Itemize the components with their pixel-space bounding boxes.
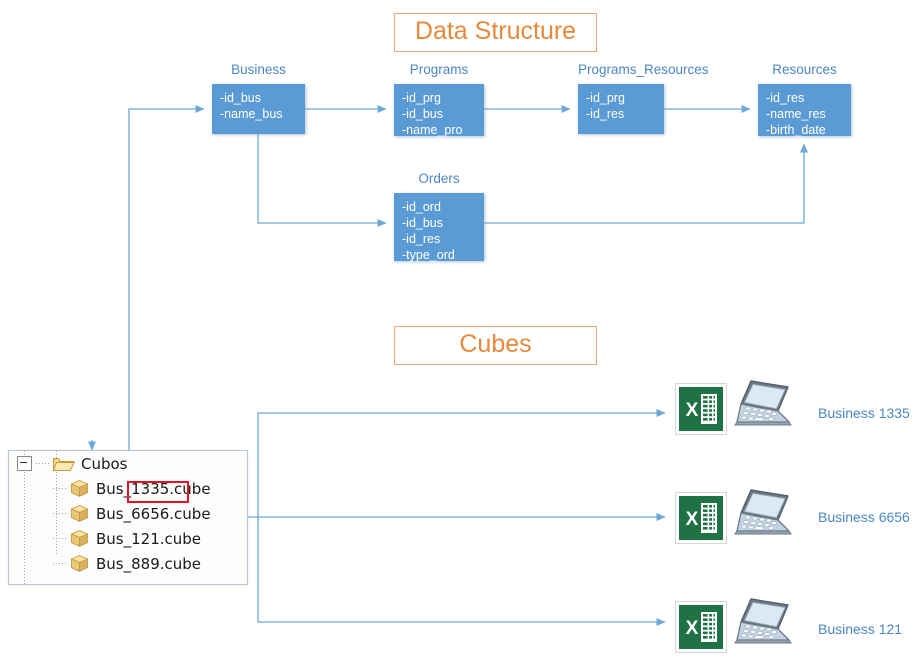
business-output-label: Business 6656 — [818, 509, 910, 525]
tree-item-Bus_1335-cube[interactable]: Bus_1335.cube — [9, 476, 247, 501]
tree-item-Bus_121-cube[interactable]: Bus_121.cube — [9, 526, 247, 551]
collapse-minus-icon[interactable] — [17, 456, 32, 471]
entity-field: -id_ord — [402, 200, 441, 214]
svg-text:X: X — [686, 509, 699, 530]
tree-connector-line — [53, 538, 67, 539]
entity-title: Programs_Resources — [578, 62, 709, 77]
cube-icon — [70, 504, 89, 523]
business-output-label: Business 121 — [818, 621, 903, 637]
entity-field: -id_prg — [402, 91, 441, 105]
entity-title: Resources — [772, 62, 837, 77]
cubes-section-title: Cubes — [394, 326, 597, 366]
tree-item-label: Bus_889.cube — [96, 554, 202, 573]
tree-connector-line — [53, 513, 67, 514]
entity-field: -name_res — [766, 107, 826, 121]
entity-field-box: -id_res -name_res -birth_date — [758, 84, 851, 137]
entity-field-box: -id_prg -id_res — [578, 84, 664, 134]
cube-file-tree-panel[interactable]: Cubos Bus_1335.cube Bus_6656.cube Bus_121.c… — [8, 450, 248, 585]
cube-icon — [70, 479, 89, 498]
entity-field-box: -id_ord -id_bus -id_res -type_ord — [394, 193, 484, 262]
tree-item-label: Bus_6656.cube — [96, 504, 211, 523]
entity-field: -birth_date — [766, 123, 826, 137]
tree-item-label: Bus_121.cube — [96, 529, 202, 548]
tree-root-label: Cubos — [81, 454, 128, 473]
diagram-canvas: Data Structure Cubes Business -id_bus -nam… — [0, 0, 916, 665]
entity-field: -name_pro — [402, 123, 463, 137]
entity-field: -id_prg — [586, 91, 625, 105]
entity-field: -id_bus — [220, 91, 261, 105]
entity-field: -id_bus — [402, 216, 443, 230]
tree-connector-line — [53, 488, 67, 489]
excel-icon[interactable]: X — [675, 601, 727, 653]
laptop-icon — [731, 378, 793, 434]
cube-icon — [70, 554, 89, 573]
entity-field: -id_bus — [402, 107, 443, 121]
business-output-label: Business 1335 — [818, 405, 910, 421]
laptop-icon — [731, 487, 793, 543]
tree-connector-line — [36, 463, 50, 464]
svg-text:X: X — [686, 400, 699, 421]
excel-icon[interactable]: X — [675, 383, 727, 435]
entity-field: -id_res — [586, 107, 625, 121]
tree-root-item[interactable]: Cubos — [9, 451, 247, 476]
entity-field-box: -id_bus -name_bus — [212, 84, 305, 134]
excel-icon[interactable]: X — [675, 492, 727, 544]
folder-open-icon — [53, 455, 75, 472]
tree-item-label: Bus_1335.cube — [96, 479, 211, 498]
entity-field: -id_res — [402, 232, 441, 246]
entity-field: -name_bus — [220, 107, 283, 121]
tree-connector-line — [53, 563, 67, 564]
tree-item-Bus_6656-cube[interactable]: Bus_6656.cube — [9, 501, 247, 526]
entity-field-box: -id_prg -id_bus -name_pro — [394, 84, 484, 137]
entity-field: -type_ord — [402, 248, 455, 262]
tree-item-Bus_889-cube[interactable]: Bus_889.cube — [9, 551, 247, 576]
laptop-icon — [731, 596, 793, 652]
data-structure-section-title: Data Structure — [394, 13, 597, 53]
svg-text:X: X — [686, 618, 699, 639]
entity-title: Orders — [418, 171, 460, 186]
entity-field: -id_res — [766, 91, 805, 105]
entity-title: Business — [231, 62, 286, 77]
entity-title: Programs — [409, 62, 469, 77]
tree-rows: Cubos Bus_1335.cube Bus_6656.cube Bus_121.c… — [9, 451, 247, 576]
cube-icon — [70, 529, 89, 548]
